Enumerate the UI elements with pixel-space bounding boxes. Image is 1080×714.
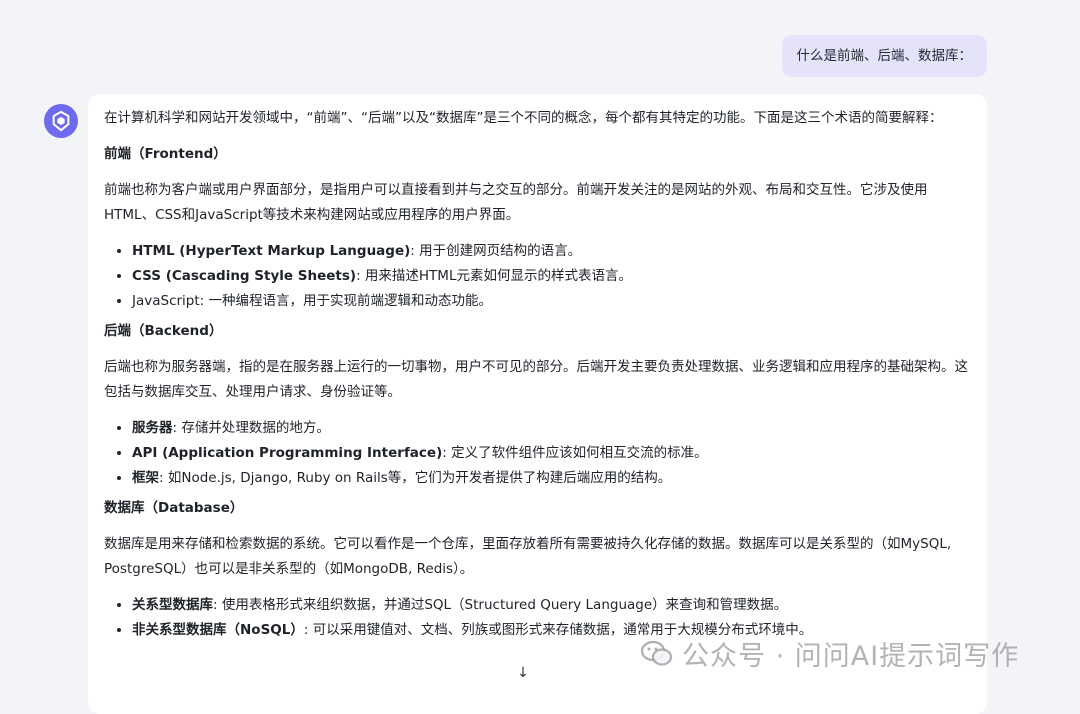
list-item: 非关系型数据库（NoSQL）: 可以采用键值对、文档、列族或图形式来存储数据，通… bbox=[132, 618, 971, 643]
ai-logo-icon bbox=[52, 110, 70, 132]
backend-list: 服务器: 存储并处理数据的地方。 API (Application Progra… bbox=[104, 416, 971, 491]
list-item-desc: : 可以采用键值对、文档、列族或图形式来存储数据，通常用于大规模分布式环境中。 bbox=[303, 622, 813, 638]
user-message: 什么是前端、后端、数据库： bbox=[781, 35, 987, 77]
database-body: 数据库是用来存储和检索数据的系统。它可以看作是一个仓库，里面存放着所有需要被持久… bbox=[104, 536, 952, 577]
list-item-term: CSS (Cascading Style Sheets) bbox=[132, 268, 357, 284]
backend-body: 后端也称为服务器端，指的是在服务器上运行的一切事物，用户不可见的部分。后端开发主… bbox=[104, 359, 968, 400]
list-item-desc: : 用来描述HTML元素如何显示的样式表语言。 bbox=[356, 268, 632, 284]
list-item-term: API (Application Programming Interface) bbox=[132, 445, 443, 461]
list-item: HTML (HyperText Markup Language): 用于创建网页… bbox=[132, 239, 971, 264]
list-item-term: JavaScript bbox=[132, 293, 200, 309]
answer-intro: 在计算机科学和网站开发领域中，“前端”、“后端”以及“数据库”是三个不同的概念，… bbox=[104, 110, 943, 126]
list-item: 框架: 如Node.js, Django, Ruby on Rails等，它们为… bbox=[132, 466, 971, 491]
database-list: 关系型数据库: 使用表格形式来组织数据，并通过SQL（Structured Qu… bbox=[104, 593, 971, 643]
list-item: API (Application Programming Interface):… bbox=[132, 441, 971, 466]
list-item-term: 关系型数据库 bbox=[132, 597, 213, 613]
list-item: 服务器: 存储并处理数据的地方。 bbox=[132, 416, 971, 441]
list-item-desc: : 如Node.js, Django, Ruby on Rails等，它们为开发… bbox=[159, 470, 672, 486]
list-item-desc: : 用于创建网页结构的语言。 bbox=[410, 243, 582, 259]
list-item-desc: : 定义了软件组件应该如何相互交流的标准。 bbox=[442, 445, 708, 461]
backend-heading: 后端（Backend） bbox=[104, 323, 223, 339]
list-item-desc: : 使用表格形式来组织数据，并通过SQL（Structured Query La… bbox=[213, 597, 788, 613]
frontend-body: 前端也称为客户端或用户界面部分，是指用户可以直接看到并与之交互的部分。前端开发关… bbox=[104, 182, 928, 223]
database-heading: 数据库（Database） bbox=[104, 500, 244, 516]
scroll-down-button[interactable]: ↓ bbox=[512, 662, 534, 684]
list-item-term: 非关系型数据库（NoSQL） bbox=[132, 622, 304, 638]
assistant-avatar bbox=[44, 104, 78, 138]
frontend-list: HTML (HyperText Markup Language): 用于创建网页… bbox=[104, 239, 971, 314]
list-item-desc: : 存储并处理数据的地方。 bbox=[172, 420, 330, 436]
list-item-desc: : 一种编程语言，用于实现前端逻辑和动态功能。 bbox=[199, 293, 493, 309]
list-item: CSS (Cascading Style Sheets): 用来描述HTML元素… bbox=[132, 264, 971, 289]
assistant-answer: 在计算机科学和网站开发领域中，“前端”、“后端”以及“数据库”是三个不同的概念，… bbox=[88, 94, 987, 714]
frontend-heading: 前端（Frontend） bbox=[104, 146, 227, 162]
list-item: 关系型数据库: 使用表格形式来组织数据，并通过SQL（Structured Qu… bbox=[132, 593, 971, 618]
list-item-term: 框架 bbox=[132, 470, 159, 486]
list-item: JavaScript: 一种编程语言，用于实现前端逻辑和动态功能。 bbox=[132, 289, 971, 314]
arrow-down-icon: ↓ bbox=[517, 665, 529, 681]
list-item-term: HTML (HyperText Markup Language) bbox=[132, 243, 411, 259]
list-item-term: 服务器 bbox=[132, 420, 173, 436]
